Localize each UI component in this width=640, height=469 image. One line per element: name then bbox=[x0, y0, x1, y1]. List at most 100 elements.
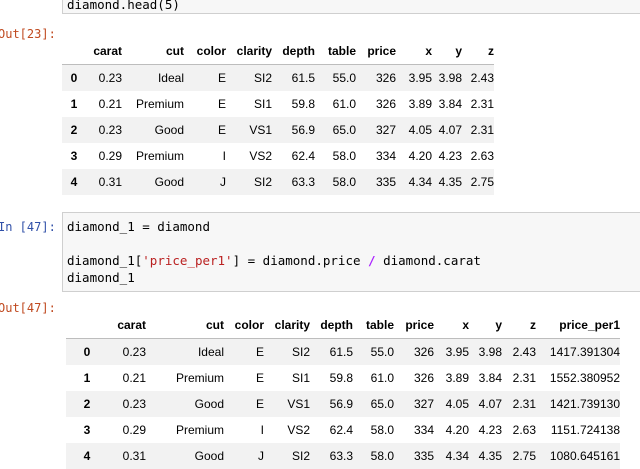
table-header-row: carat cut color clarity depth table price x y z bbox=[62, 38, 494, 65]
table-cell: 58.0 bbox=[370, 448, 394, 463]
table-cell: I bbox=[222, 148, 226, 163]
row-index: 4 bbox=[70, 174, 78, 189]
table-cell: 63.3 bbox=[329, 448, 353, 463]
table-cell: Good bbox=[154, 174, 184, 189]
row-index: 3 bbox=[83, 422, 91, 437]
table-row: 4 0.31 Good J SI2 63.3 58.0 335 4.34 4.35 2.75 1080… bbox=[66, 442, 620, 469]
column-header-x: x bbox=[462, 318, 469, 332]
code-cell-2[interactable]: diamond_1 = diamond diamond_1['price_per… bbox=[62, 212, 640, 292]
table-cell: Premium bbox=[175, 422, 224, 437]
table-cell: 62.4 bbox=[291, 148, 315, 163]
table-cell: 59.8 bbox=[329, 370, 353, 385]
table-row: 2 0.23 Good E VS1 56.9 65.0 327 4.05 4.07 2.31 bbox=[62, 116, 494, 143]
table-cell: 58.0 bbox=[370, 422, 394, 437]
code-line-1: diamond_1 = diamond bbox=[67, 219, 210, 234]
table-cell: 61.5 bbox=[329, 344, 353, 359]
table-cell: J bbox=[258, 448, 264, 463]
table-cell: 55.0 bbox=[332, 70, 356, 85]
table-cell: 3.95 bbox=[408, 70, 432, 85]
table-cell: 334 bbox=[413, 422, 434, 437]
table-cell: 0.31 bbox=[98, 174, 122, 189]
table-cell: 4.23 bbox=[478, 422, 502, 437]
row-index: 2 bbox=[83, 396, 91, 411]
table-cell: 0.23 bbox=[122, 396, 146, 411]
table-cell: SI1 bbox=[291, 370, 310, 385]
table-cell: 0.23 bbox=[98, 70, 122, 85]
table-cell: 0.29 bbox=[98, 148, 122, 163]
table-row: 0 0.23 Ideal E SI2 61.5 55.0 326 3.95 3.98 2.43 bbox=[62, 64, 494, 91]
table-cell: 0.23 bbox=[122, 344, 146, 359]
table-cell: 335 bbox=[413, 448, 434, 463]
row-index: 2 bbox=[70, 122, 78, 137]
column-header-price: price bbox=[367, 44, 396, 58]
table-cell: 4.20 bbox=[445, 422, 469, 437]
table-cell: Good bbox=[194, 396, 224, 411]
column-header-color: color bbox=[196, 44, 226, 58]
division-operator: / bbox=[368, 253, 376, 268]
table-cell: J bbox=[220, 174, 226, 189]
table-cell: 4.07 bbox=[478, 396, 502, 411]
table-row: 4 0.31 Good J SI2 63.3 58.0 335 4.34 4.35 2.75 bbox=[62, 168, 494, 195]
table-cell: VS1 bbox=[249, 122, 272, 137]
dataframe-output-1: carat cut color clarity depth table price x y z 0… bbox=[62, 38, 494, 195]
table-cell: SI2 bbox=[253, 174, 272, 189]
table-cell: E bbox=[255, 370, 264, 385]
table-cell: 2.31 bbox=[470, 96, 494, 111]
table-cell: Ideal bbox=[197, 344, 224, 359]
table-cell: SI2 bbox=[253, 70, 272, 85]
table-cell: 3.84 bbox=[478, 370, 502, 385]
in-prompt-47: In [47]: bbox=[0, 220, 56, 234]
table-cell: Premium bbox=[175, 370, 224, 385]
table-cell: 4.34 bbox=[408, 174, 432, 189]
row-index: 1 bbox=[83, 370, 91, 385]
table-cell: 334 bbox=[375, 148, 396, 163]
column-header-carat: carat bbox=[117, 318, 146, 332]
table-cell: 3.98 bbox=[478, 344, 502, 359]
table-cell: 0.21 bbox=[98, 96, 122, 111]
table-cell: 2.31 bbox=[512, 370, 536, 385]
column-header-cut: cut bbox=[206, 318, 224, 332]
column-header-price-per1: price_per1 bbox=[559, 318, 620, 332]
dataframe-output-2: carat cut color clarity depth table price x y z pr… bbox=[66, 312, 620, 469]
table-cell: 58.0 bbox=[332, 148, 356, 163]
table-header-row: carat cut color clarity depth table price x y z pr… bbox=[66, 312, 620, 339]
index-header bbox=[62, 38, 86, 65]
table-cell: SI2 bbox=[291, 448, 310, 463]
table-cell: 55.0 bbox=[370, 344, 394, 359]
row-index: 1 bbox=[70, 96, 78, 111]
table-cell: 4.07 bbox=[438, 122, 462, 137]
code-cell-1[interactable]: diamond.head(5) bbox=[62, 0, 640, 14]
string-literal: 'price_per1' bbox=[142, 253, 233, 268]
table-cell: Premium bbox=[135, 148, 184, 163]
table-cell: VS2 bbox=[287, 422, 310, 437]
column-header-z: z bbox=[488, 44, 494, 58]
table-cell: 4.35 bbox=[438, 174, 462, 189]
table-cell: 59.8 bbox=[291, 96, 315, 111]
table-cell: E bbox=[255, 344, 264, 359]
table-cell: 3.95 bbox=[445, 344, 469, 359]
table-cell: 4.34 bbox=[445, 448, 469, 463]
column-header-depth: depth bbox=[320, 318, 353, 332]
table-cell: VS2 bbox=[249, 148, 272, 163]
table-row: 0 0.23 Ideal E SI2 61.5 55.0 326 3.95 3.98 2.43 141… bbox=[66, 338, 620, 365]
table-cell: SI1 bbox=[253, 96, 272, 111]
table-cell: 3.89 bbox=[408, 96, 432, 111]
table-cell: 63.3 bbox=[291, 174, 315, 189]
table-cell: 1421.739130 bbox=[549, 396, 620, 411]
column-header-depth: depth bbox=[282, 44, 315, 58]
table-cell: 2.43 bbox=[512, 344, 536, 359]
column-header-x: x bbox=[425, 44, 432, 58]
table-cell: 1080.645161 bbox=[549, 448, 620, 463]
table-cell: 335 bbox=[375, 174, 396, 189]
table-cell: SI2 bbox=[291, 344, 310, 359]
code-line-3: diamond_1['price_per1'] = diamond.price … bbox=[67, 252, 481, 269]
table-cell: 326 bbox=[413, 370, 434, 385]
table-cell: 2.63 bbox=[512, 422, 536, 437]
table-cell: 58.0 bbox=[332, 174, 356, 189]
table-cell: 2.63 bbox=[470, 148, 494, 163]
table-cell: 4.05 bbox=[445, 396, 469, 411]
table-cell: Good bbox=[154, 122, 184, 137]
table-cell: 2.43 bbox=[470, 70, 494, 85]
table-cell: Good bbox=[194, 448, 224, 463]
table-cell: 326 bbox=[413, 344, 434, 359]
